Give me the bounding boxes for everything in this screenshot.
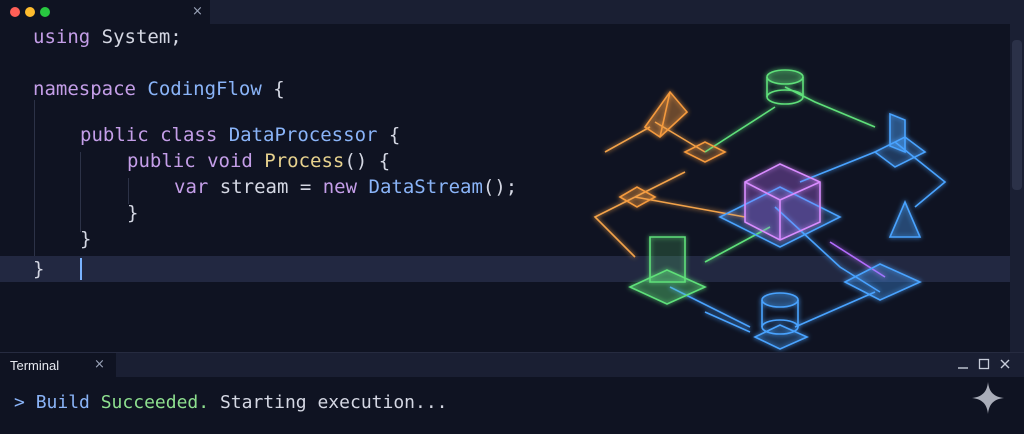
window-minimize-button[interactable] <box>25 7 35 17</box>
code-editor[interactable]: using System; namespace CodingFlow { pub… <box>0 24 1024 352</box>
minimize-icon[interactable] <box>956 357 970 371</box>
terminal-header: Terminal × <box>0 353 1024 377</box>
code-line-3: public class DataProcessor { <box>80 124 401 146</box>
terminal-output-line: > Build Succeeded. Starting execution... <box>14 392 448 413</box>
terminal-tab-label: Terminal <box>10 358 60 373</box>
sparkle-icon <box>972 382 1004 414</box>
indent-guide <box>80 152 81 232</box>
code-line-6: } <box>127 202 139 224</box>
terminal-panel[interactable]: Terminal × > Build Succeeded. Starting e… <box>0 352 1024 434</box>
code-line-2: namespace CodingFlow { <box>33 78 285 100</box>
tab-terminal[interactable]: Terminal × <box>0 353 116 377</box>
window-close-button[interactable] <box>10 7 20 17</box>
code-line-1: using System; <box>33 26 182 48</box>
scrollbar-thumb[interactable] <box>1012 40 1022 190</box>
indent-guide <box>34 100 35 256</box>
data-flow-illustration <box>593 69 947 350</box>
code-line-7: } <box>80 228 92 250</box>
text-cursor <box>80 258 82 280</box>
code-line-5: var stream = new DataStream(); <box>174 176 518 198</box>
tab-close-icon[interactable]: × <box>192 4 203 20</box>
editor-tab[interactable]: × <box>0 0 210 24</box>
close-icon[interactable] <box>998 357 1012 371</box>
code-line-8: } <box>33 258 45 280</box>
window-zoom-button[interactable] <box>40 7 50 17</box>
maximize-icon[interactable] <box>977 357 991 371</box>
code-line-4: public void Process() { <box>127 150 391 172</box>
vertical-scrollbar[interactable] <box>1010 24 1024 352</box>
terminal-close-icon[interactable]: × <box>94 357 105 372</box>
title-bar: × <box>0 0 1024 24</box>
